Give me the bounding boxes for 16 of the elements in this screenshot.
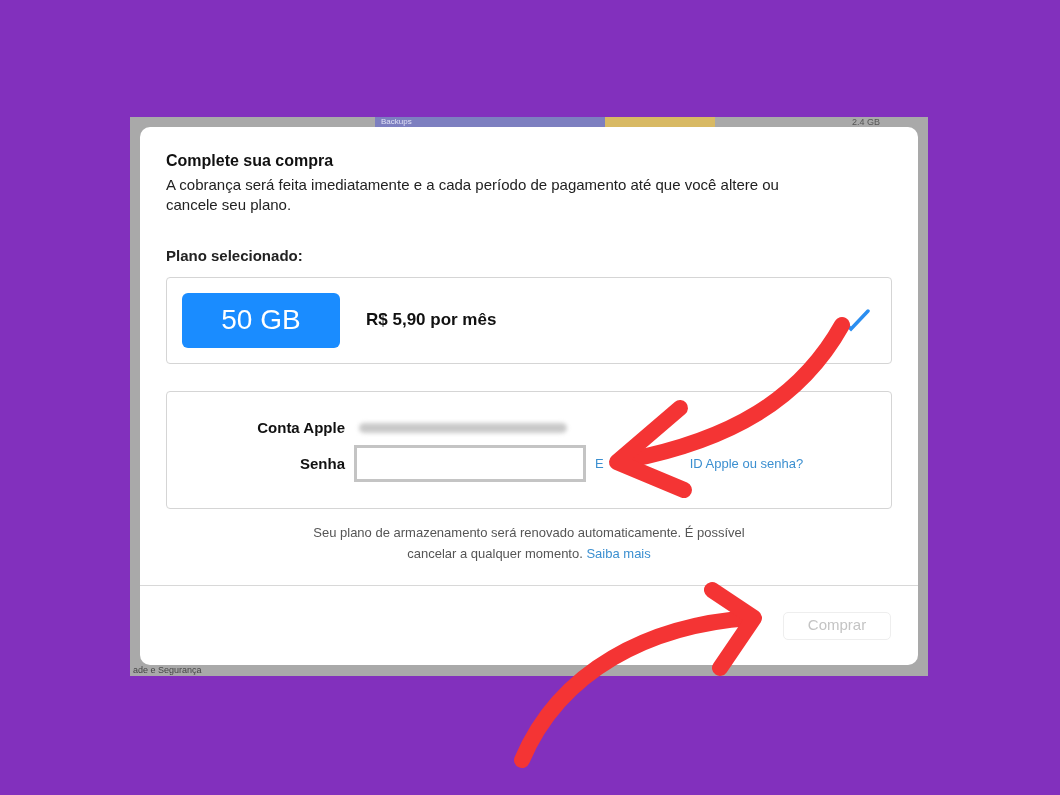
account-label: Conta Apple <box>256 417 345 438</box>
forgot-link[interactable]: ID Apple ou senha? <box>689 454 804 474</box>
plan-card[interactable]: 50 GB R$ 5,90 por mês <box>166 276 892 364</box>
backup-label: Backups <box>375 117 605 127</box>
settings-label: ade e Segurança <box>133 665 202 676</box>
plan-heading: Plano selecionado: <box>166 246 304 266</box>
storage-size: 2.4 GB <box>852 117 880 127</box>
renewal-notice: Seu plano de armazenamento será renovado automaticamente. É possível cancelar a qualquer momento. Saiba mais <box>312 523 746 563</box>
password-field[interactable] <box>354 445 586 483</box>
dialog-description: A cobrança será feita imediatamente e a cada período de pagamento até que você altere ou cancele seu plano. <box>166 175 780 215</box>
forgot-link[interactable]: E <box>595 454 604 474</box>
plan-badge: 50 GB <box>182 292 340 348</box>
plan-price: R$ 5,90 por mês <box>366 309 497 332</box>
dialog-title: Complete sua compra <box>166 151 335 171</box>
password-label: Senha <box>299 453 345 474</box>
learn-more-link[interactable]: Saiba mais <box>586 545 651 561</box>
